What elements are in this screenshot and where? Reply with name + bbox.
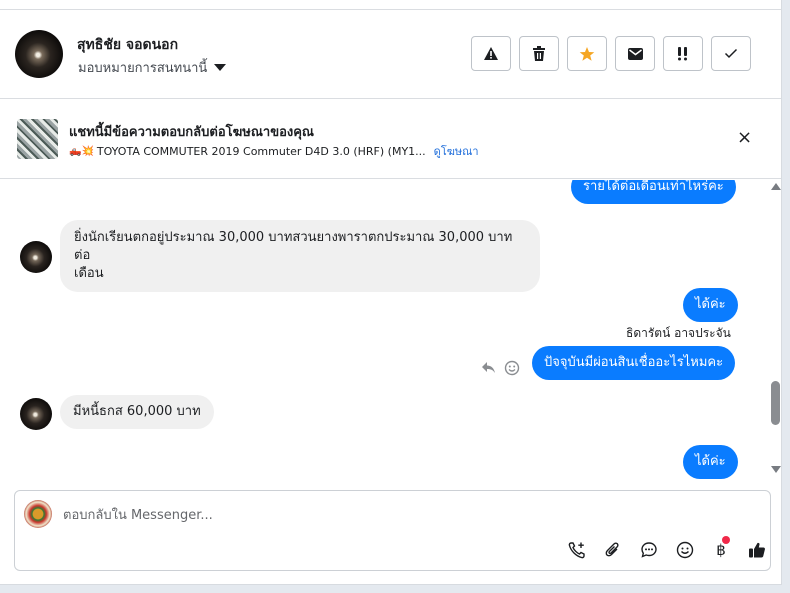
mark-done-button[interactable]	[711, 36, 751, 71]
ad-banner-title: แชทนี้มีข้อความตอบกลับต่อโฆษณาของคุณ	[69, 125, 314, 140]
page-avatar	[24, 500, 52, 528]
delete-button[interactable]	[519, 36, 559, 71]
ad-reply-banner: แชทนี้มีข้อความตอบกลับต่อโฆษณาของคุณ 🛻💥 …	[0, 99, 781, 179]
view-ad-link[interactable]: ดูโฆษณา	[434, 142, 479, 160]
notification-dot	[722, 536, 730, 544]
outgoing-message[interactable]: ได้ค่ะ	[683, 288, 738, 322]
mark-spam-button[interactable]	[471, 36, 511, 71]
conversation-toolbar	[471, 36, 759, 71]
thumbs-up-icon	[749, 542, 765, 558]
mark-unread-button[interactable]	[615, 36, 655, 71]
contact-avatar[interactable]	[15, 30, 63, 78]
incoming-message[interactable]: ยิ่งนักเรียนตกอยู่ประมาณ 30,000 บาทสวนยา…	[60, 220, 540, 292]
emoji-button[interactable]	[667, 539, 703, 561]
composer-actions: ฿	[559, 536, 775, 561]
ad-thumbnail[interactable]	[17, 119, 58, 159]
messenger-conversation-panel: สุทธิชัย จอดนอก มอบหมายการสนทนานี้ แชทนี…	[0, 0, 782, 585]
saved-replies-button[interactable]	[631, 539, 667, 561]
outgoing-message[interactable]: ปัจจุบันมีผ่อนสินเชื่ออะไรไหมคะ	[532, 346, 736, 380]
scroll-down-arrow[interactable]	[771, 466, 781, 473]
contact-name[interactable]: สุทธิชัย จอดนอก	[77, 34, 178, 56]
follow-up-icon	[678, 47, 687, 61]
conversation-header: สุทธิชัย จอดนอก มอบหมายการสนทนานี้	[0, 10, 781, 99]
smiley-icon	[676, 541, 694, 559]
warning-icon	[484, 47, 498, 60]
chat-bubble-icon	[641, 542, 657, 558]
ad-emoji: 🛻💥	[69, 145, 94, 157]
star-button[interactable]	[567, 36, 607, 71]
trash-icon	[533, 46, 545, 61]
scroll-up-arrow[interactable]	[771, 183, 781, 190]
phone-plus-icon	[568, 542, 585, 559]
message-thread[interactable]: รายได้ต่อเดือนเท่าไหร่คะ ยิ่งนักเรียนตกอ…	[0, 180, 768, 480]
envelope-icon	[627, 47, 643, 60]
paperclip-icon	[605, 542, 619, 557]
react-emoji-icon[interactable]	[504, 360, 520, 376]
star-icon	[579, 46, 595, 61]
follow-up-button[interactable]	[663, 36, 703, 71]
close-banner-button[interactable]: ×	[737, 128, 752, 148]
incoming-message-line-2: เดือน	[74, 266, 104, 281]
reply-input[interactable]	[63, 504, 563, 526]
call-button[interactable]	[559, 539, 595, 561]
ad-text: TOYOTA COMMUTER 2019 Commuter D4D 3.0 (H…	[96, 144, 426, 158]
sender-name: ธิดารัตน์ อาจประจัน	[626, 326, 731, 340]
reply-composer: ฿	[14, 490, 771, 571]
caret-down-icon	[214, 64, 227, 71]
reply-icon[interactable]	[481, 361, 496, 374]
outgoing-message[interactable]: ได้ค่ะ	[683, 445, 738, 479]
assign-conversation-dropdown[interactable]: มอบหมายการสนทนานี้	[78, 57, 227, 78]
contact-avatar-small	[20, 241, 52, 273]
like-button[interactable]	[739, 539, 775, 561]
assign-label: มอบหมายการสนทนานี้	[78, 61, 208, 76]
ad-description: 🛻💥 TOYOTA COMMUTER 2019 Commuter D4D 3.0…	[69, 142, 479, 160]
payment-button[interactable]: ฿	[703, 536, 739, 561]
contact-avatar-small	[20, 398, 52, 430]
incoming-message[interactable]: มีหนี้ธกส 60,000 บาท	[60, 395, 214, 429]
check-icon	[724, 48, 738, 59]
attach-button[interactable]	[595, 539, 631, 561]
incoming-message-line-1: ยิ่งนักเรียนตกอยู่ประมาณ 30,000 บาทสวนยา…	[74, 230, 513, 263]
outgoing-message[interactable]: รายได้ต่อเดือนเท่าไหร่คะ	[571, 180, 736, 204]
scrollbar-thumb[interactable]	[771, 381, 780, 425]
